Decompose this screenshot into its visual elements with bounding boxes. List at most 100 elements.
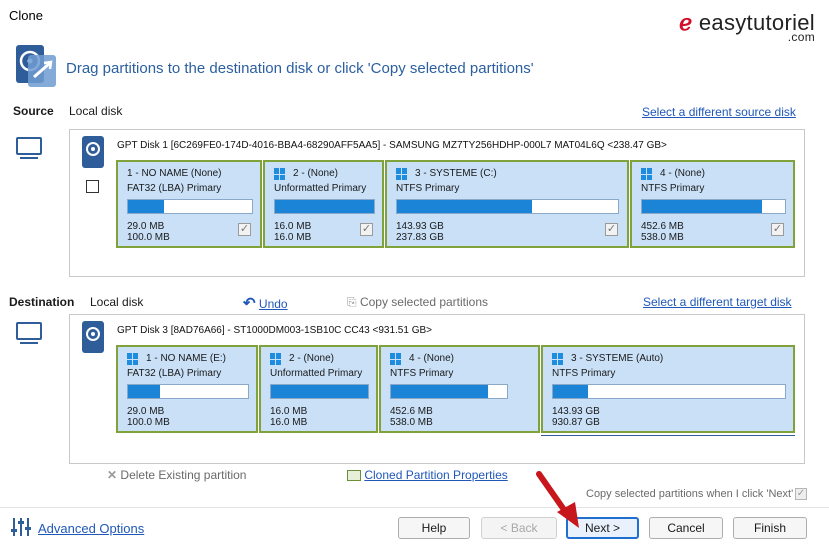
partition-usage-bar [274, 199, 375, 214]
usage-fill [391, 385, 489, 398]
source-partition-2[interactable]: 2 - (None) Unformatted Primary 16.0 MB 1… [263, 160, 384, 248]
help-button[interactable]: Help [398, 517, 470, 539]
copy-selected-partitions-button[interactable]: ⎘ Copy selected partitions [347, 295, 488, 310]
copy-selected-label: Copy selected partitions [359, 295, 489, 309]
partition-name: 3 - SYSTEME (C:) [415, 168, 497, 179]
partition-used: 452.6 MB [390, 406, 433, 417]
partition-total: 930.87 GB [552, 417, 600, 428]
copy-on-next-checkbox[interactable]: ✓ [795, 488, 807, 500]
partition-total: 100.0 MB [127, 417, 170, 428]
undo-button[interactable]: ↶ Undo [243, 294, 288, 312]
partition-checkbox[interactable]: ✓ [771, 223, 784, 236]
partition-used: 29.0 MB [127, 221, 165, 232]
destination-disk-icon [82, 321, 104, 353]
cloned-partition-properties-button[interactable]: Cloned Partition Properties [347, 468, 508, 482]
source-partition-3[interactable]: 3 - SYSTEME (C:) NTFS Primary 143.93 GB … [385, 160, 629, 248]
destination-monitor-icon [16, 322, 42, 344]
usage-fill [128, 200, 164, 213]
partition-used: 452.6 MB [641, 221, 684, 232]
windows-icon [274, 168, 286, 180]
source-disk-panel: GPT Disk 1 [6C269FE0-174D-4016-BBA4-6829… [69, 129, 805, 277]
partition-name: 4 - (None) [409, 353, 455, 364]
partition-total: 16.0 MB [270, 417, 308, 428]
partition-used: 143.93 GB [552, 406, 600, 417]
copy-on-next-label: Copy selected partitions when I click 'N… [586, 488, 794, 500]
destination-disk-panel: GPT Disk 3 [8AD76A66] - ST1000DM003-1SB1… [69, 314, 805, 464]
red-pointer-arrow-icon [533, 470, 583, 530]
partition-name: 4 - (None) [660, 168, 706, 179]
easytutoriel-logo: ℯ easytutoriel .com [679, 10, 815, 44]
properties-icon [347, 470, 361, 482]
destination-partition-2[interactable]: 2 - (None) Unformatted Primary 16.0 MB 1… [259, 345, 378, 433]
partition-used: 16.0 MB [270, 406, 308, 417]
source-partition-1[interactable]: 1 - NO NAME (None) FAT32 (LBA) Primary 2… [116, 160, 262, 248]
partition-type: NTFS Primary [641, 183, 705, 194]
partition-name: 1 - NO NAME (E:) [146, 353, 227, 364]
undo-label: Undo [258, 297, 288, 311]
usage-fill [553, 385, 588, 398]
partition-type: FAT32 (LBA) Primary [127, 183, 222, 194]
destination-partition-4[interactable]: 3 - SYSTEME (Auto) NTFS Primary 143.93 G… [541, 345, 795, 433]
partition-type: NTFS Primary [390, 368, 454, 379]
partition-checkbox[interactable]: ✓ [238, 223, 251, 236]
source-disk-checkbox[interactable] [86, 180, 99, 193]
properties-label: Cloned Partition Properties [364, 468, 508, 482]
usage-fill [397, 200, 532, 213]
partition-name: 3 - SYSTEME (Auto) [571, 353, 664, 364]
source-disk-type: Local disk [69, 104, 123, 118]
partition-total: 538.0 MB [641, 232, 684, 243]
partition-usage-bar [270, 384, 369, 399]
destination-disk-type: Local disk [90, 295, 144, 309]
select-target-disk-link[interactable]: Select a different target disk [643, 295, 792, 309]
windows-icon [127, 353, 139, 365]
destination-disk-end-line [541, 435, 795, 436]
windows-icon [552, 353, 564, 365]
source-partition-4[interactable]: 4 - (None) NTFS Primary 452.6 MB 538.0 M… [630, 160, 795, 248]
partition-usage-bar [127, 199, 253, 214]
undo-icon: ↶ [243, 295, 256, 312]
partition-total: 100.0 MB [127, 232, 170, 243]
usage-fill [271, 385, 368, 398]
source-label: Source [13, 104, 54, 118]
usage-fill [128, 385, 161, 398]
partition-checkbox[interactable]: ✓ [605, 223, 618, 236]
windows-icon [396, 168, 408, 180]
delete-existing-partition-button[interactable]: ✕ Delete Existing partition [107, 468, 246, 482]
partition-name: 2 - (None) [289, 353, 335, 364]
partition-type: Unformatted Primary [274, 183, 367, 194]
partition-used: 143.93 GB [396, 221, 444, 232]
partition-usage-bar [396, 199, 619, 214]
partition-usage-bar [552, 384, 786, 399]
partition-usage-bar [390, 384, 508, 399]
windows-icon [270, 353, 282, 365]
destination-label: Destination [9, 295, 75, 309]
partition-checkbox[interactable]: ✓ [360, 223, 373, 236]
delete-label: Delete Existing partition [120, 468, 247, 482]
destination-partition-3[interactable]: 4 - (None) NTFS Primary 452.6 MB 538.0 M… [379, 345, 540, 433]
partition-used: 29.0 MB [127, 406, 165, 417]
partition-name: 1 - NO NAME (None) [127, 168, 222, 179]
source-disk-icon [82, 136, 104, 168]
usage-fill [642, 200, 763, 213]
clone-disk-icon [14, 43, 60, 89]
advanced-options-link[interactable]: Advanced Options [38, 521, 144, 536]
partition-type: NTFS Primary [396, 183, 460, 194]
partition-type: FAT32 (LBA) Primary [127, 368, 222, 379]
partition-type: NTFS Primary [552, 368, 616, 379]
partition-usage-bar [641, 199, 786, 214]
usage-fill [275, 200, 374, 213]
partition-name: 2 - (None) [293, 168, 339, 179]
destination-partition-1[interactable]: 1 - NO NAME (E:) FAT32 (LBA) Primary 29.… [116, 345, 258, 433]
cancel-button[interactable]: Cancel [649, 517, 723, 539]
logo-suffix: .com [787, 30, 815, 44]
logo-e-mark-icon: ℯ [679, 10, 693, 35]
partition-usage-bar [127, 384, 249, 399]
select-source-disk-link[interactable]: Select a different source disk [642, 105, 796, 119]
finish-button[interactable]: Finish [733, 517, 807, 539]
delete-icon: ✕ [107, 468, 118, 482]
window-title: Clone [9, 8, 43, 23]
partition-total: 538.0 MB [390, 417, 433, 428]
header-instruction: Drag partitions to the destination disk … [66, 60, 534, 77]
source-disk-line: GPT Disk 1 [6C269FE0-174D-4016-BBA4-6829… [117, 140, 667, 151]
windows-icon [390, 353, 402, 365]
